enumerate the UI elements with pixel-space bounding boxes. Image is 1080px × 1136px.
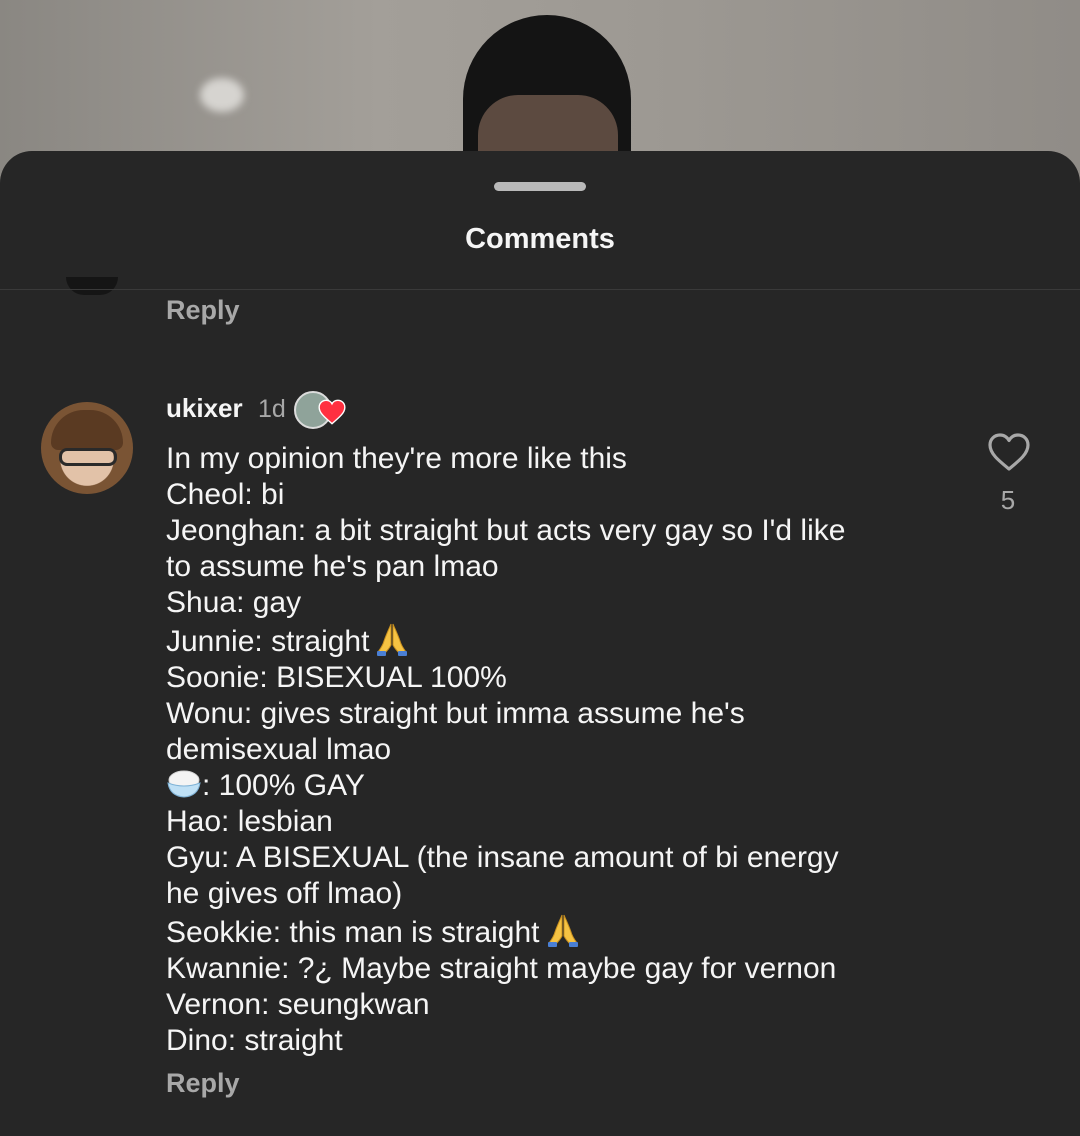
comment-line: Junnie: straight — [166, 625, 370, 658]
comment-line: Jeonghan: a bit straight but acts very g… — [166, 514, 846, 547]
comment-line-row: Junnie: straight — [166, 621, 946, 660]
comment-text: In my opinion they're more like this Che… — [166, 441, 946, 1059]
like-count: 5 — [1000, 485, 1016, 515]
comment-line: he gives off lmao) — [166, 877, 403, 910]
comment-line-row: Seokkie: this man is straight — [166, 912, 946, 951]
previous-comment-reply-button[interactable]: Reply — [166, 295, 240, 326]
folded-hands-emoji — [377, 623, 408, 656]
comment-line: Gyu: A BISEXUAL (the insane amount of bi… — [166, 841, 839, 874]
comment-line: Soonie: BISEXUAL 100% — [166, 661, 507, 694]
comment-line: Shua: gay — [166, 586, 302, 619]
heart-outline-icon[interactable] — [986, 431, 1032, 473]
comment-line: Dino: straight — [166, 1024, 343, 1057]
comment-line: Wonu: gives straight but imma assume he'… — [166, 697, 745, 730]
comment-line: In my opinion they're more like this — [166, 442, 627, 475]
sheet-drag-handle[interactable] — [494, 182, 586, 191]
avatar[interactable] — [41, 402, 133, 494]
folded-hands-emoji — [547, 914, 578, 947]
reply-button[interactable]: Reply — [166, 1068, 240, 1099]
comment-line: Vernon: seungkwan — [166, 988, 430, 1021]
creator-heart-icon — [318, 399, 346, 425]
previous-comment-avatar[interactable] — [66, 277, 118, 295]
sheet-title: Comments — [465, 223, 615, 255]
comment-timestamp: 1d — [258, 395, 286, 423]
comment-line: Cheol: bi — [166, 478, 285, 511]
rice-bowl-emoji — [167, 770, 201, 798]
avatar-hair — [51, 410, 123, 450]
background-blur-spot — [200, 78, 244, 112]
avatar-glasses — [59, 448, 117, 466]
comment-line-row: : 100% GAY — [166, 768, 946, 804]
comment-line: to assume he's pan lmao — [166, 550, 499, 583]
comment-line: Hao: lesbian — [166, 805, 333, 838]
comment-line: demisexual lmao — [166, 733, 392, 766]
comment-username[interactable]: ukixer — [166, 393, 243, 424]
header-divider — [0, 289, 1080, 290]
comments-sheet: Comments Reply ukixer 1d In my opinion t… — [0, 151, 1080, 1136]
comment-line: Kwannie: ?¿ Maybe straight maybe gay for… — [166, 952, 837, 985]
comment-line: Seokkie: this man is straight — [166, 916, 540, 949]
comment-line: : 100% GAY — [202, 769, 365, 802]
